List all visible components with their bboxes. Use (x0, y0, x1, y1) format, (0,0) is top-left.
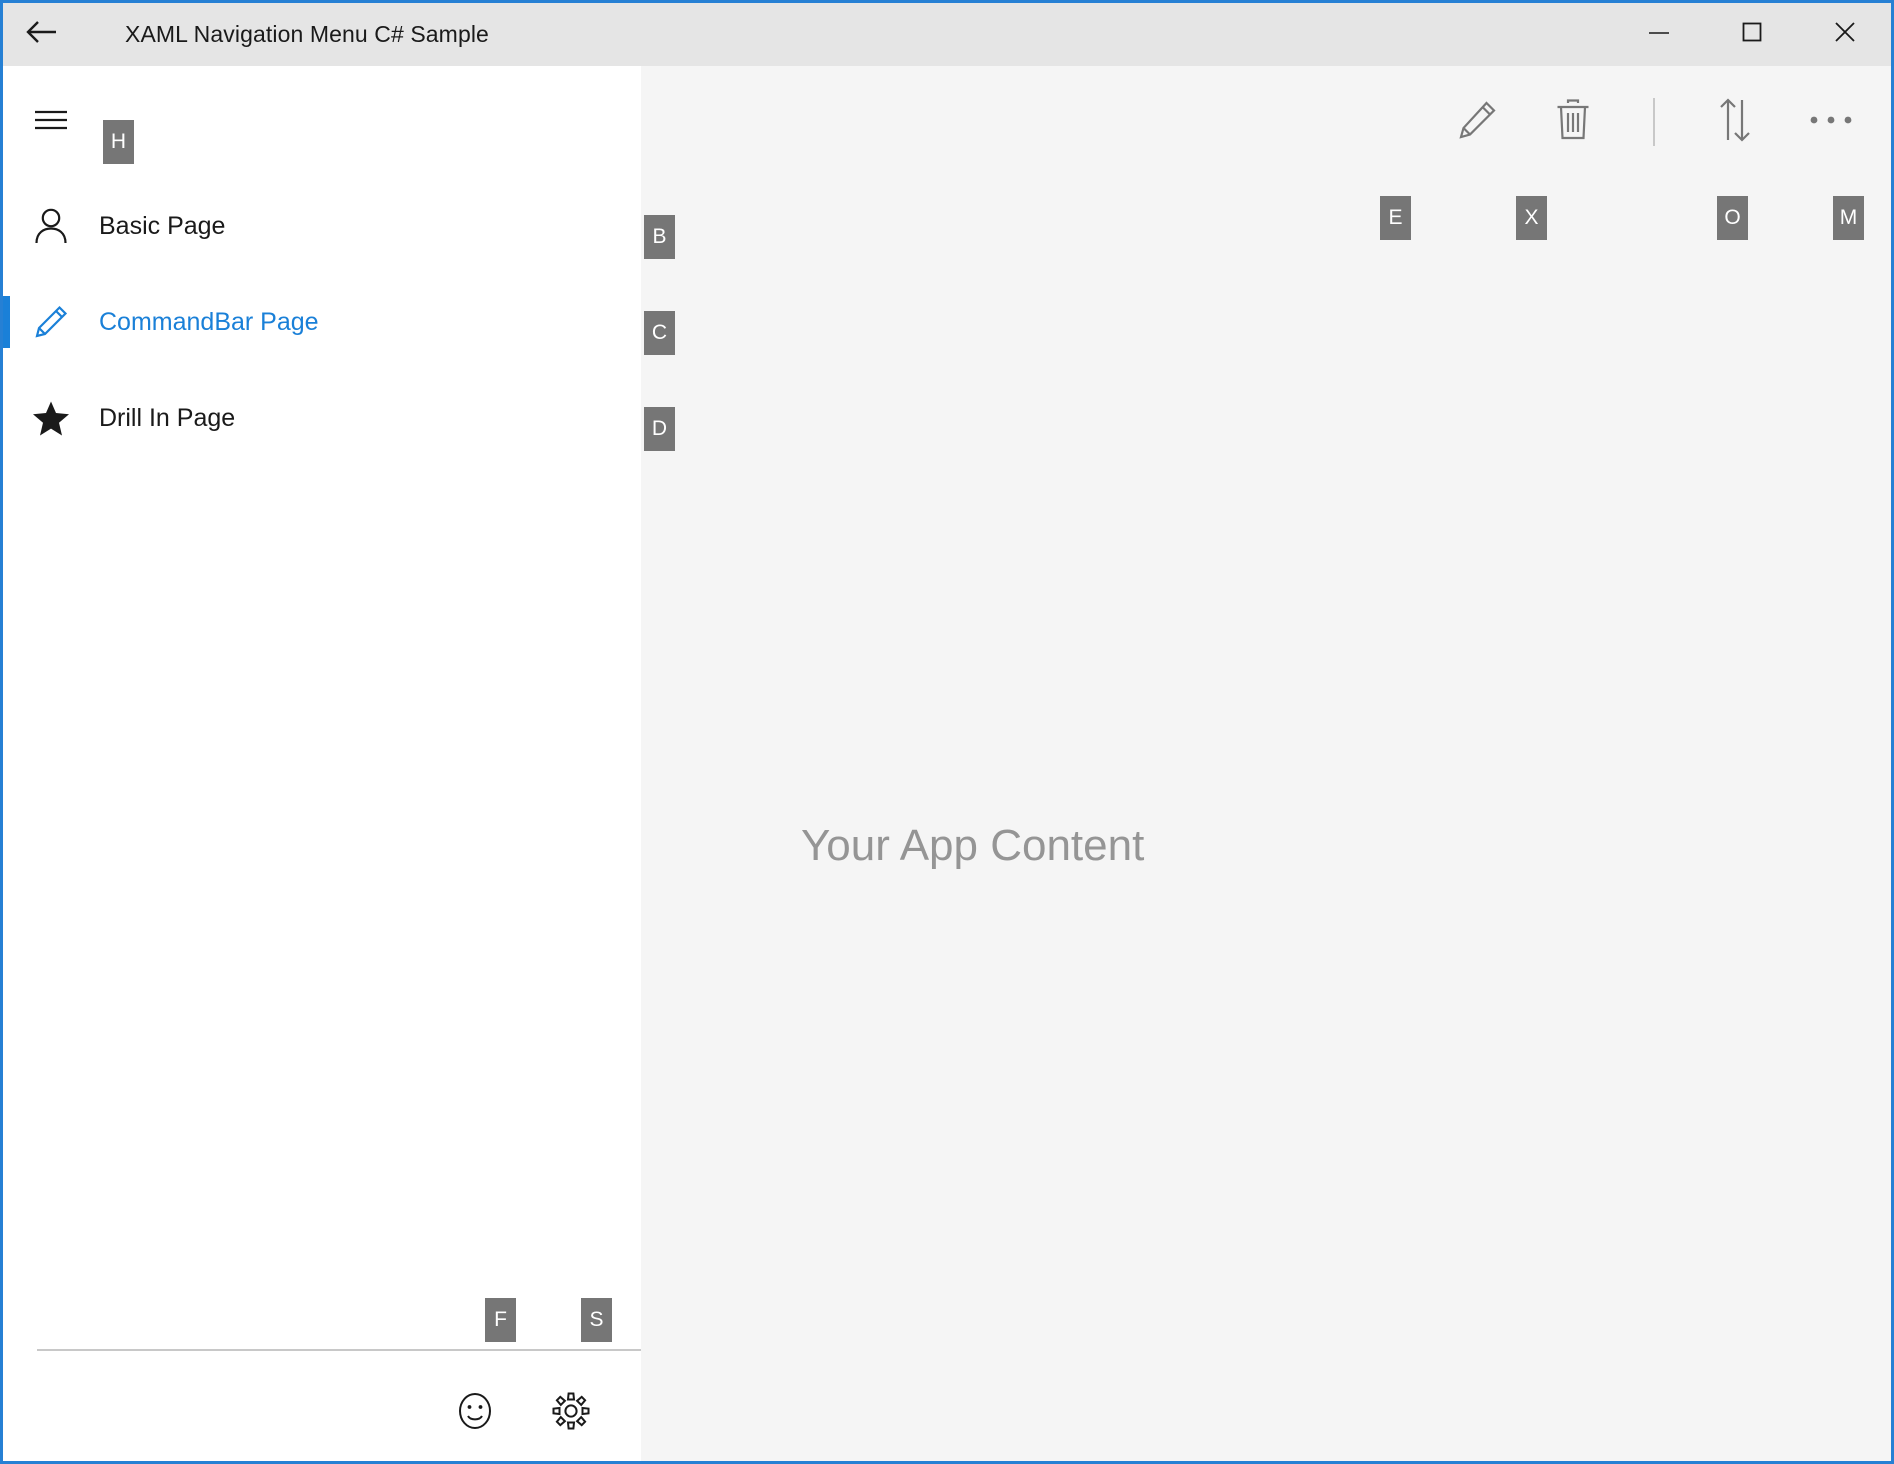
window-title: XAML Navigation Menu C# Sample (125, 21, 489, 48)
app-window: XAML Navigation Menu C# Sample (0, 0, 1894, 1464)
selection-indicator (3, 296, 10, 348)
smiley-face-icon (455, 1391, 495, 1436)
content-placeholder-text: Your App Content (801, 821, 1144, 871)
command-bar (1429, 66, 1891, 178)
navigation-pane: Basic Page CommandBar Page (3, 66, 641, 1461)
sort-arrows-icon (1716, 97, 1754, 148)
close-icon (1834, 21, 1856, 48)
maximize-icon (1741, 21, 1763, 48)
delete-button[interactable] (1525, 74, 1621, 170)
sidebar-footer (3, 1306, 641, 1461)
sort-button[interactable] (1687, 74, 1783, 170)
sidebar-item-label: Drill In Page (99, 404, 235, 433)
pencil-icon (3, 304, 99, 340)
feedback-button[interactable] (427, 1374, 523, 1452)
hamburger-icon (33, 107, 69, 138)
caption-buttons (1612, 3, 1891, 66)
back-arrow-icon (26, 19, 58, 50)
sidebar-item-label: CommandBar Page (99, 308, 319, 337)
command-bar-separator (1653, 98, 1655, 146)
trash-can-icon (1553, 98, 1593, 147)
back-button[interactable] (3, 3, 81, 66)
gear-icon (550, 1390, 592, 1437)
sidebar-item-basic-page[interactable]: Basic Page (3, 178, 641, 274)
content-area: Your App Content (641, 66, 1891, 1461)
pencil-icon (1456, 99, 1498, 146)
more-button[interactable] (1783, 74, 1879, 170)
maximize-button[interactable] (1705, 3, 1798, 66)
footer-button-row (3, 1374, 641, 1454)
minimize-button[interactable] (1612, 3, 1705, 66)
nav-item-list: Basic Page CommandBar Page (3, 178, 641, 466)
settings-button[interactable] (523, 1374, 619, 1452)
edit-button[interactable] (1429, 74, 1525, 170)
star-icon (3, 400, 99, 436)
nav-toggle-row (3, 66, 641, 178)
footer-divider (37, 1349, 641, 1351)
ellipsis-icon (1809, 113, 1853, 131)
title-bar: XAML Navigation Menu C# Sample (3, 3, 1891, 66)
sidebar-item-drill-in-page[interactable]: Drill In Page (3, 370, 641, 466)
minimize-icon (1647, 26, 1671, 44)
nav-menu-toggle-button[interactable] (3, 74, 99, 170)
sidebar-item-commandbar-page[interactable]: CommandBar Page (3, 274, 641, 370)
sidebar-item-label: Basic Page (99, 212, 225, 241)
close-button[interactable] (1798, 3, 1891, 66)
person-icon (3, 207, 99, 245)
body-area: Basic Page CommandBar Page (3, 66, 1891, 1461)
